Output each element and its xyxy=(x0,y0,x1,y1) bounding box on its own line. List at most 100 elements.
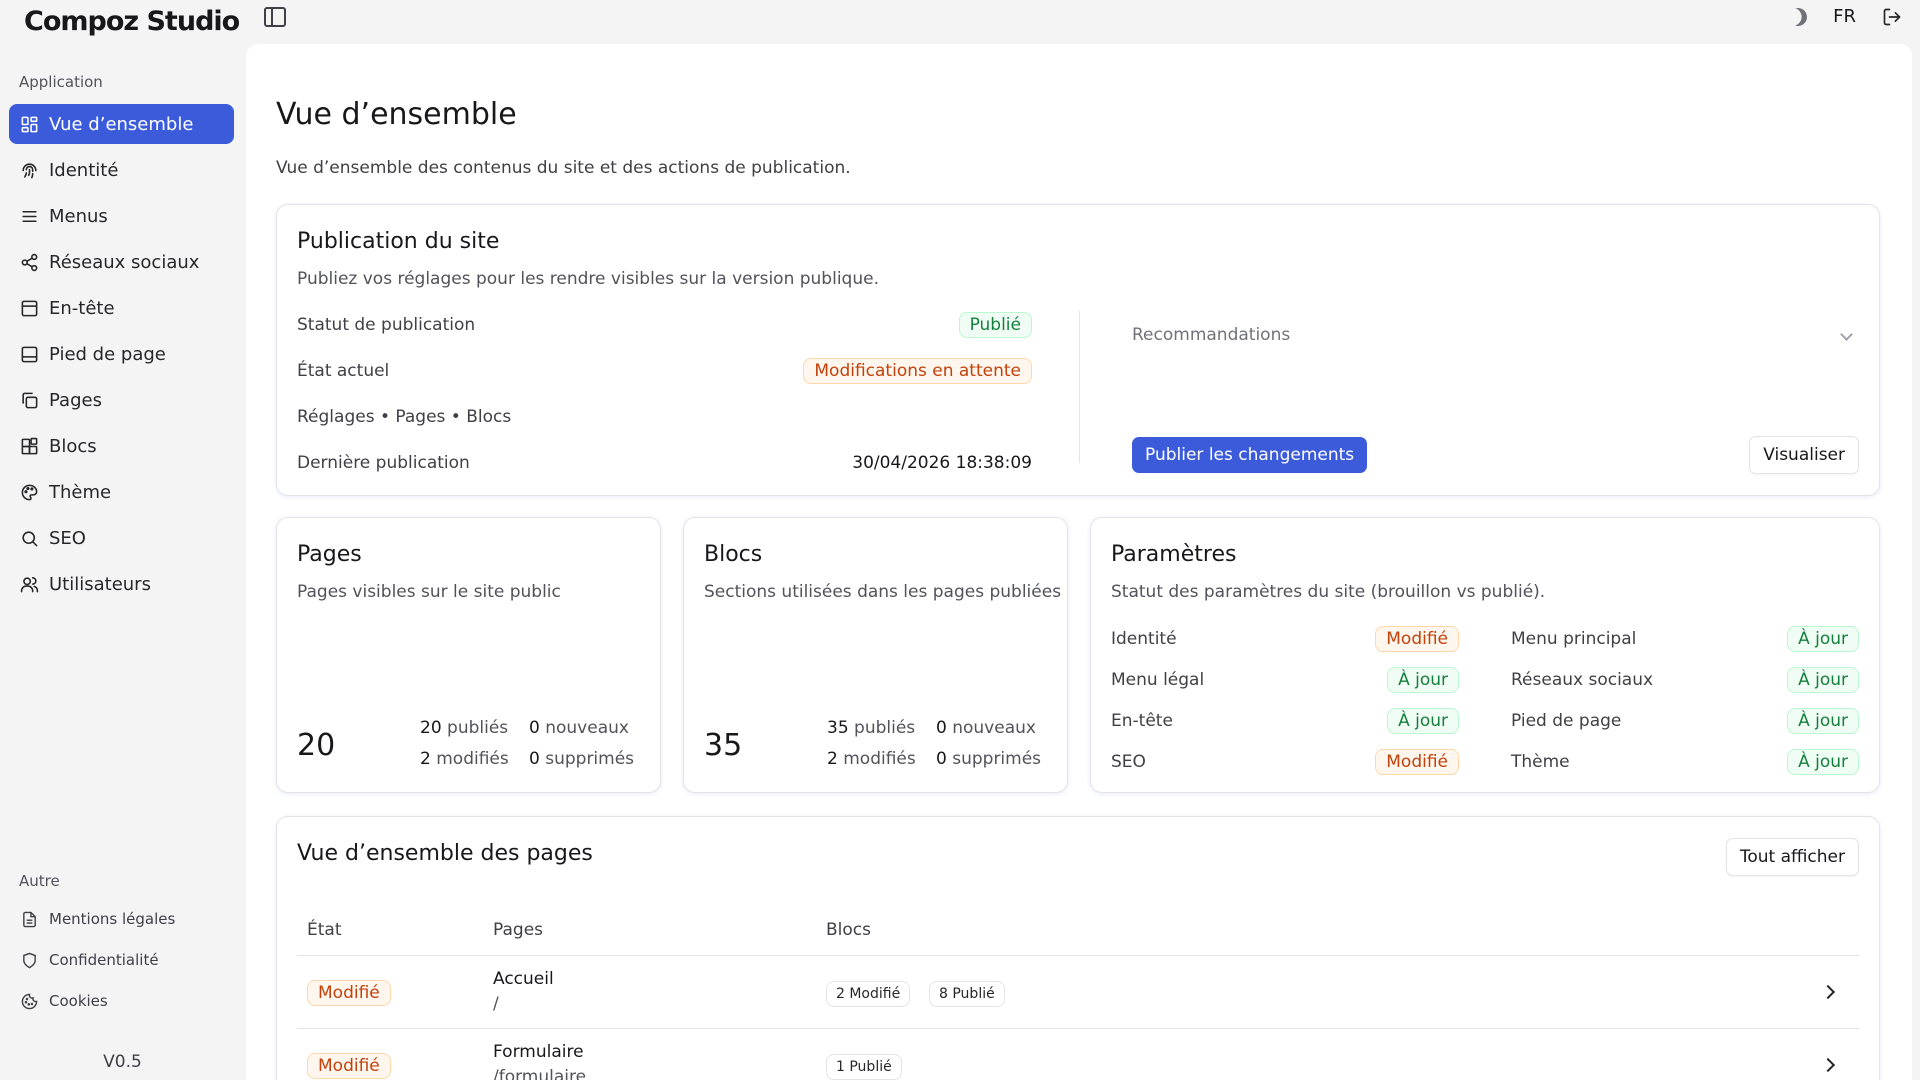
sidebar-item-pages[interactable]: Pages xyxy=(9,380,234,420)
setting-label: Menu légal xyxy=(1111,670,1205,690)
chevron-down-icon[interactable] xyxy=(1840,328,1853,341)
dashboard-icon xyxy=(19,114,39,134)
sidebar-item-header[interactable]: En-tête xyxy=(9,288,234,328)
chevron-right-icon[interactable] xyxy=(1820,984,1836,1000)
page-path: / xyxy=(493,994,499,1014)
blocks-published-stat: 35 publiés xyxy=(827,718,916,738)
block-count-badge: 2 Modifié xyxy=(826,981,911,1007)
sidebar-item-label: Réseaux sociaux xyxy=(49,251,200,273)
state-badge: Modifications en attente xyxy=(803,358,1032,384)
page-subtitle: Vue d’ensemble des contenus du site et d… xyxy=(276,158,851,178)
sidebar-item-blocks[interactable]: Blocs xyxy=(9,426,234,466)
block-count-badge: 1 Publié xyxy=(826,1054,902,1080)
pages-overview-title: Vue d’ensemble des pages xyxy=(297,841,593,866)
sidebar-item-legal[interactable]: Mentions légales xyxy=(9,902,234,936)
pages-modified-stat: 2 modifiés xyxy=(420,749,509,769)
sidebar-item-label: Cookies xyxy=(49,992,108,1010)
publication-card: Publication du site Publiez vos réglages… xyxy=(276,204,1880,496)
footer-layout-icon xyxy=(19,344,39,364)
pages-total: 20 xyxy=(297,728,336,763)
page-name: Accueil xyxy=(493,969,554,989)
setting-label: Menu principal xyxy=(1511,629,1637,649)
last-publication-value: 30/04/2026 18:38:09 xyxy=(852,453,1032,473)
blocks-card-title: Blocs xyxy=(704,542,763,567)
blocks-modified-stat: 2 modifiés xyxy=(827,749,916,769)
blocks-card-desc: Sections utilisées dans les pages publié… xyxy=(704,582,1062,602)
language-switch[interactable]: FR xyxy=(1833,6,1856,27)
sidebar-item-footer[interactable]: Pied de page xyxy=(9,334,234,374)
column-header-state[interactable]: État xyxy=(307,920,342,940)
publication-details: Statut de publication Publié État actuel… xyxy=(277,205,1032,495)
setting-label: Identité xyxy=(1111,629,1177,649)
top-bar: Compoz Studio FR xyxy=(0,0,1920,44)
blocks-total: 35 xyxy=(704,728,743,763)
table-row[interactable]: Modifié Formulaire /formulaire 1 Publié xyxy=(297,1029,1859,1080)
sidebar-item-label: Blocs xyxy=(49,435,97,457)
sidebar-item-label: Vue d’ensemble xyxy=(49,113,194,135)
page-state-badge: Modifié xyxy=(307,1053,391,1079)
page-title: Vue d’ensemble xyxy=(276,97,517,132)
sidebar-item-label: Utilisateurs xyxy=(49,573,151,595)
sidebar-item-privacy[interactable]: Confidentialité xyxy=(9,943,234,977)
palette-icon xyxy=(19,482,39,502)
page-name: Formulaire xyxy=(493,1042,584,1062)
sidebar-nav: Vue d’ensemble Identité Menus Réseaux so… xyxy=(9,104,234,610)
blocks-icon xyxy=(19,436,39,456)
recommendations-toggle[interactable]: Recommandations xyxy=(1132,325,1290,345)
header-layout-icon xyxy=(19,298,39,318)
setting-status-badge: À jour xyxy=(1787,749,1859,775)
pages-stats-card: Pages Pages visibles sur le site public … xyxy=(276,517,661,793)
blocks-stats-card: Blocs Sections utilisées dans les pages … xyxy=(683,517,1068,793)
setting-label: SEO xyxy=(1111,752,1146,772)
shield-icon xyxy=(19,950,39,970)
main-panel: Vue d’ensemble Vue d’ensemble des conten… xyxy=(246,44,1912,1080)
share-icon xyxy=(19,252,39,272)
sidebar-item-identity[interactable]: Identité xyxy=(9,150,234,190)
app-version: V0.5 xyxy=(103,1052,142,1072)
settings-card-desc: Statut des paramètres du site (brouillon… xyxy=(1111,582,1546,602)
settings-status-card: Paramètres Statut des paramètres du site… xyxy=(1090,517,1880,793)
setting-label: Pied de page xyxy=(1511,711,1622,731)
publish-changes-button[interactable]: Publier les changements xyxy=(1132,437,1368,473)
fingerprint-icon xyxy=(19,160,39,180)
sidebar-item-users[interactable]: Utilisateurs xyxy=(9,564,234,604)
sidebar-item-overview[interactable]: Vue d’ensemble xyxy=(9,104,234,144)
sidebar-item-label: Pied de page xyxy=(49,343,166,365)
column-header-pages[interactable]: Pages xyxy=(493,920,543,940)
setting-label: Réseaux sociaux xyxy=(1511,670,1654,690)
sidebar-toggle-icon[interactable] xyxy=(264,7,286,27)
sidebar-item-seo[interactable]: SEO xyxy=(9,518,234,558)
status-label: Statut de publication xyxy=(297,315,476,335)
divider xyxy=(1079,311,1080,463)
sidebar-section-application: Application xyxy=(19,73,103,91)
setting-status-badge: À jour xyxy=(1787,626,1859,652)
brand-logo[interactable]: Compoz Studio xyxy=(24,6,240,37)
sidebar-item-label: Menus xyxy=(49,205,108,227)
column-header-blocks[interactable]: Blocs xyxy=(826,920,871,940)
last-publication-label: Dernière publication xyxy=(297,453,470,473)
pages-card-title: Pages xyxy=(297,542,362,567)
logout-icon[interactable] xyxy=(1882,7,1902,27)
setting-label: Thème xyxy=(1511,752,1570,772)
moon-icon[interactable] xyxy=(1787,5,1810,28)
setting-status-badge: Modifié xyxy=(1375,626,1459,652)
pages-deleted-stat: 0 supprimés xyxy=(529,749,635,769)
setting-label: En-tête xyxy=(1111,711,1173,731)
table-row[interactable]: Modifié Accueil / 2 Modifié 8 Publié xyxy=(297,956,1859,1028)
sidebar-item-cookies[interactable]: Cookies xyxy=(9,984,234,1018)
sidebar-item-menus[interactable]: Menus xyxy=(9,196,234,236)
setting-status-badge: À jour xyxy=(1787,667,1859,693)
sidebar-item-theme[interactable]: Thème xyxy=(9,472,234,512)
sidebar-item-label: Confidentialité xyxy=(49,951,159,969)
cookie-icon xyxy=(19,991,39,1011)
sidebar-item-label: Pages xyxy=(49,389,102,411)
show-all-button[interactable]: Tout afficher xyxy=(1725,838,1859,876)
state-label: État actuel xyxy=(297,361,390,381)
sidebar-item-label: SEO xyxy=(49,527,86,549)
status-badge: Publié xyxy=(958,312,1032,338)
setting-status-badge: Modifié xyxy=(1375,749,1459,775)
chevron-right-icon[interactable] xyxy=(1820,1057,1836,1073)
sidebar-item-social[interactable]: Réseaux sociaux xyxy=(9,242,234,282)
preview-button[interactable]: Visualiser xyxy=(1749,436,1859,474)
page-state-badge: Modifié xyxy=(307,980,391,1006)
